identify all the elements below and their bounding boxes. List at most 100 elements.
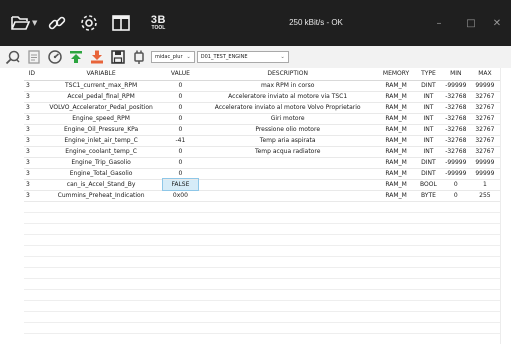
empty-cell — [377, 256, 416, 268]
col-memory[interactable]: MEMORY — [377, 68, 416, 81]
empty-cell — [469, 267, 500, 279]
cell-type: INT — [415, 102, 442, 114]
col-max[interactable]: MAX — [469, 68, 500, 81]
table-row[interactable]: 3 Engine_coolant_temp_C 0 Temp acqua radiat… — [24, 146, 500, 158]
empty-cell — [377, 201, 416, 213]
table-row[interactable]: 3 Engine_Trip_Gasolio 0 RAM_M DINT -99999 9999… — [24, 157, 500, 169]
cell-value[interactable]: 0 — [162, 146, 199, 158]
cell-id: 3 — [24, 146, 40, 158]
table-row[interactable]: 3 Accel_pedal_final_RPM 0 Acceleratore invi… — [24, 91, 500, 103]
empty-cell — [415, 234, 442, 246]
cell-memory: RAM_M — [377, 168, 416, 180]
save-icon[interactable] — [109, 48, 127, 66]
cell-id: 3 — [24, 80, 40, 92]
download-icon[interactable] — [88, 48, 106, 66]
cell-max: 32767 — [469, 102, 500, 114]
table-row[interactable]: 3 can_is_Accel_Stand_By FALSE RAM_M BOOL 0 1 — [24, 178, 500, 191]
empty-cell — [441, 234, 470, 246]
cell-type: DINT — [415, 80, 442, 92]
table-row[interactable]: 3 TSC1_current_max_RPM 0 max RPM in corso RA… — [24, 80, 500, 92]
col-description[interactable]: DESCRIPTION — [198, 68, 378, 81]
col-min[interactable]: MIN — [441, 68, 470, 81]
cell-value[interactable]: 0 — [162, 157, 199, 169]
empty-cell — [39, 234, 163, 246]
device-select-value: midac_plur — [155, 54, 183, 60]
gauge-icon[interactable] — [46, 48, 64, 66]
cell-value[interactable]: 0 — [162, 113, 199, 125]
document-icon[interactable] — [25, 48, 43, 66]
table-row[interactable]: 3 Engine_inlet_air_temp_C -41 Temp aria asp… — [24, 135, 500, 147]
empty-cell — [198, 322, 378, 334]
cell-min: -32768 — [441, 124, 470, 136]
empty-cell — [39, 311, 163, 323]
close-button[interactable]: ✕ — [482, 0, 511, 46]
empty-cell — [24, 234, 40, 246]
empty-cell — [415, 201, 442, 213]
table-row[interactable]: 3 VOLVO_Accelerator_Pedal_position 0 Accele… — [24, 102, 500, 114]
empty-cell — [441, 245, 470, 257]
device-select[interactable]: midac_plur ⌄ — [151, 51, 195, 63]
empty-cell — [415, 289, 442, 301]
cell-min: -32768 — [441, 135, 470, 147]
minimize-button[interactable]: – — [424, 0, 454, 46]
empty-cell — [39, 212, 163, 224]
empty-cell — [39, 223, 163, 235]
empty-cell — [415, 311, 442, 323]
empty-cell — [162, 289, 199, 301]
empty-cell — [441, 212, 470, 224]
table-row[interactable]: 3 Cummins_Preheat_Indication 0x00 RAM_M BYTE… — [24, 190, 500, 202]
empty-cell — [198, 278, 378, 290]
cell-variable: Engine_Oil_Pressure_KPa — [39, 124, 163, 136]
cell-value[interactable]: 0 — [162, 168, 199, 180]
cell-variable: Accel_pedal_final_RPM — [39, 91, 163, 103]
cell-max: 255 — [469, 190, 500, 202]
col-variable[interactable]: VARIABLE — [39, 68, 163, 81]
empty-cell — [377, 289, 416, 301]
empty-row — [24, 300, 500, 312]
link-icon[interactable] — [45, 11, 69, 35]
empty-cell — [39, 201, 163, 213]
cell-memory: RAM_M — [377, 102, 416, 114]
empty-cell — [39, 322, 163, 334]
empty-cell — [39, 278, 163, 290]
cell-min: -32768 — [441, 102, 470, 114]
cell-description: Giri motore — [198, 113, 378, 125]
table-row[interactable]: 3 Engine_speed_RPM 0 Giri motore RAM_M INT -32… — [24, 113, 500, 125]
table-row[interactable]: 3 Engine_Total_Gasolio 0 RAM_M DINT -99999 999… — [24, 168, 500, 180]
empty-cell — [377, 245, 416, 257]
folder-dropdown-caret[interactable]: ▼ — [32, 19, 37, 27]
cell-value[interactable]: 0 — [162, 124, 199, 136]
empty-cell — [198, 245, 378, 257]
gear-icon[interactable] — [77, 11, 101, 35]
cell-value[interactable]: -41 — [162, 135, 199, 147]
cell-id: 3 — [24, 113, 40, 125]
table-row[interactable]: 3 Engine_Oil_Pressure_KPa 0 Pressione olio … — [24, 124, 500, 136]
empty-cell — [441, 300, 470, 312]
cell-memory: RAM_M — [377, 190, 416, 202]
empty-cell — [469, 322, 500, 334]
cell-value[interactable]: 0 — [162, 102, 199, 114]
cell-max: 32767 — [469, 146, 500, 158]
search-icon[interactable] — [4, 48, 22, 66]
cell-value[interactable]: 0 — [162, 80, 199, 92]
panels-icon[interactable] — [109, 11, 133, 35]
col-type[interactable]: TYPE — [415, 68, 442, 81]
empty-cell — [39, 289, 163, 301]
plug-icon[interactable] — [130, 48, 148, 66]
row-gutter — [0, 68, 24, 344]
empty-cell — [24, 201, 40, 213]
folder-open-icon[interactable] — [8, 11, 32, 35]
engine-select[interactable]: D01_TEST_ENGINE ⌄ — [196, 51, 289, 63]
col-id[interactable]: ID — [24, 68, 40, 81]
cell-value[interactable]: 0x00 — [162, 190, 199, 202]
cell-value[interactable]: 0 — [162, 91, 199, 103]
3b-tool-icon[interactable]: 3B TOOL — [145, 12, 171, 34]
cell-value[interactable]: FALSE — [161, 178, 200, 191]
cell-variable: Engine_Total_Gasolio — [39, 168, 163, 180]
empty-cell — [162, 256, 199, 268]
cell-description: Acceleratore inviato al motore Volvo Pro… — [198, 102, 378, 114]
empty-row — [24, 311, 500, 323]
col-value[interactable]: VALUE — [162, 68, 199, 81]
upload-icon[interactable] — [67, 48, 85, 66]
empty-cell — [377, 234, 416, 246]
